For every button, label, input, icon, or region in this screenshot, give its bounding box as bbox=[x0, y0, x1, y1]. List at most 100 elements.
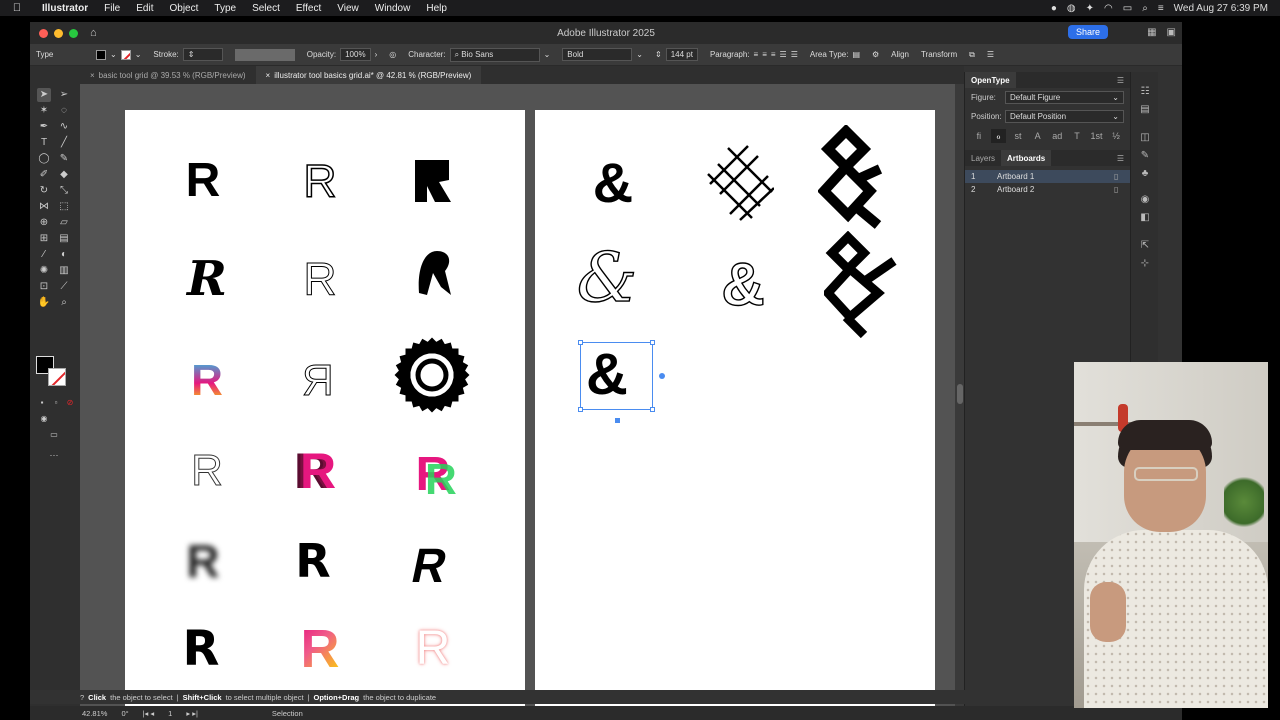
brushes-icon[interactable]: ✎ bbox=[1138, 150, 1152, 164]
menu-edit[interactable]: Edit bbox=[128, 3, 161, 14]
bullets-icon[interactable]: ☰ bbox=[780, 50, 787, 59]
apple-icon[interactable]:  bbox=[0, 2, 34, 14]
artboard-row-2[interactable]: 2 Artboard 2 ▯ bbox=[965, 183, 1130, 196]
glyph-r-rosette[interactable] bbox=[382, 330, 482, 420]
clock-text[interactable]: Wed Aug 27 6:39 PM bbox=[1174, 3, 1268, 14]
line-tool-icon[interactable]: ╱ bbox=[57, 136, 71, 150]
recolor-icon[interactable]: ◎ bbox=[389, 50, 396, 59]
font-family-field[interactable]: ⌕ Bio Sans bbox=[449, 47, 540, 62]
numbering-icon[interactable]: ☰ bbox=[791, 50, 798, 59]
resize-handle[interactable] bbox=[650, 407, 655, 412]
current-tool-status[interactable]: Selection bbox=[272, 709, 303, 718]
transform-icon[interactable]: ⊹ bbox=[1138, 258, 1152, 272]
glyph-amp-bold[interactable]: & bbox=[563, 138, 663, 228]
battery-icon[interactable]: ▭ bbox=[1123, 3, 1132, 14]
artboard-tool-icon[interactable]: ⊡ bbox=[37, 280, 51, 294]
brush-status-icon[interactable]: ✦ bbox=[1086, 3, 1094, 14]
wifi-status-icon[interactable]: ◠ bbox=[1104, 3, 1113, 14]
artboard-options-icon[interactable]: ▯ bbox=[1114, 185, 1124, 194]
glyph-r-script[interactable]: R bbox=[157, 234, 257, 324]
zoom-field[interactable]: 42.81% bbox=[82, 709, 107, 718]
resize-handle[interactable] bbox=[650, 340, 655, 345]
glyph-r-mirrored[interactable]: R bbox=[268, 336, 368, 426]
align-left-icon[interactable]: ≡ bbox=[754, 50, 759, 59]
gradient-tool-icon[interactable]: ▤ bbox=[57, 232, 71, 246]
fill-swatch[interactable] bbox=[96, 49, 106, 60]
edit-toolbar-icon[interactable]: ··· bbox=[47, 448, 61, 462]
resize-handle[interactable] bbox=[578, 340, 583, 345]
tab-layers[interactable]: Layers bbox=[965, 150, 1001, 166]
glyph-r-glow[interactable]: R bbox=[383, 604, 483, 694]
area-type-label[interactable]: Area Type: bbox=[810, 50, 849, 59]
app-status-icon[interactable]: ◍ bbox=[1067, 3, 1076, 14]
align-center-icon[interactable]: ≡ bbox=[762, 50, 767, 59]
stroke-color-swatch[interactable] bbox=[48, 368, 66, 386]
zoom-tool-icon[interactable]: ⌕ bbox=[57, 296, 71, 310]
width-tool-icon[interactable]: ⋈ bbox=[37, 200, 51, 214]
figure-select[interactable]: Default Figure ⌄ bbox=[1005, 91, 1124, 104]
glyph-amp-script[interactable]: & bbox=[557, 234, 657, 324]
titling-button[interactable]: T bbox=[1069, 129, 1085, 143]
canvas-area[interactable]: R R R R R R R R R R R R R R R R & & & & bbox=[80, 84, 955, 706]
free-transform-tool-icon[interactable]: ⬚ bbox=[57, 200, 71, 214]
graphic-styles-icon[interactable]: ◧ bbox=[1138, 212, 1152, 226]
glyph-r-dashed[interactable]: R bbox=[157, 426, 257, 516]
glyph-r-blocky[interactable] bbox=[383, 136, 483, 226]
glyph-r-outline[interactable]: R bbox=[270, 234, 370, 324]
eyedropper-tool-icon[interactable]: ⁄ bbox=[37, 248, 51, 262]
curvature-tool-icon[interactable]: ∿ bbox=[57, 120, 71, 134]
selection-bounding-box[interactable] bbox=[578, 340, 665, 423]
appearance-icon[interactable]: ◉ bbox=[1138, 194, 1152, 208]
close-icon[interactable]: × bbox=[266, 71, 271, 80]
zoom-window-button[interactable] bbox=[69, 28, 78, 38]
position-select[interactable]: Default Position ⌄ bbox=[1005, 110, 1124, 123]
chevron-down-icon[interactable]: ⌄ bbox=[636, 50, 643, 59]
direct-selection-tool-icon[interactable]: ➢ bbox=[57, 88, 71, 102]
menu-help[interactable]: Help bbox=[418, 3, 455, 14]
libraries-icon[interactable]: ▤ bbox=[1138, 104, 1152, 118]
tab-illustrator-tool-basics-grid[interactable]: × illustrator tool basics grid.ai* @ 42.… bbox=[255, 66, 482, 84]
magic-wand-tool-icon[interactable]: ✶ bbox=[37, 104, 51, 118]
scrollbar-thumb[interactable] bbox=[957, 384, 963, 404]
screen-mode-icon[interactable]: ▭ bbox=[47, 428, 61, 442]
color-mode-icon[interactable]: ▫ bbox=[49, 396, 63, 410]
paintbrush-tool-icon[interactable]: ✎ bbox=[57, 152, 71, 166]
glyph-r-line-art[interactable]: R bbox=[270, 136, 370, 226]
panel-menu-icon[interactable]: ☰ bbox=[987, 50, 994, 59]
symbol-sprayer-tool-icon[interactable]: ✺ bbox=[37, 264, 51, 278]
glyph-r-blur[interactable]: R bbox=[153, 516, 253, 606]
chevron-right-icon[interactable]: › bbox=[375, 50, 378, 59]
align-link[interactable]: Align bbox=[891, 50, 909, 59]
glyph-r-bold[interactable]: R bbox=[153, 136, 253, 226]
panel-menu-icon[interactable]: ☰ bbox=[1117, 154, 1130, 163]
close-window-button[interactable] bbox=[39, 28, 48, 38]
share-button[interactable]: Share bbox=[1067, 25, 1108, 39]
mesh-tool-icon[interactable]: ⊞ bbox=[37, 232, 51, 246]
chevron-down-icon[interactable]: ⌄ bbox=[135, 50, 142, 59]
font-size-stepper[interactable]: ⇕ bbox=[655, 50, 662, 59]
type-in-port[interactable] bbox=[615, 418, 620, 423]
shaper-tool-icon[interactable]: ✐ bbox=[37, 168, 51, 182]
lasso-tool-icon[interactable]: ◌ bbox=[57, 104, 71, 118]
slice-tool-icon[interactable]: ⟋ bbox=[57, 280, 71, 294]
panel-menu-icon[interactable]: ☰ bbox=[1117, 76, 1130, 85]
blend-tool-icon[interactable]: ◐ bbox=[57, 248, 71, 262]
column-graph-tool-icon[interactable]: ▥ bbox=[57, 264, 71, 278]
transform-link[interactable]: Transform bbox=[921, 50, 957, 59]
search-icon[interactable]: ⌕ bbox=[1142, 3, 1148, 14]
recolor-artwork-icon[interactable]: ⚙ bbox=[872, 50, 879, 59]
glyph-amp-outline[interactable]: & bbox=[693, 240, 793, 330]
glyph-amp-lattice[interactable] bbox=[689, 138, 789, 228]
home-icon[interactable]: ⌂ bbox=[90, 27, 97, 39]
type-out-port[interactable] bbox=[659, 373, 665, 379]
draw-mode-icon[interactable]: ◉ bbox=[37, 412, 51, 426]
paragraph-label[interactable]: Paragraph: bbox=[710, 50, 750, 59]
scale-tool-icon[interactable]: ⤡ bbox=[57, 184, 71, 198]
hand-tool-icon[interactable]: ✋ bbox=[37, 296, 51, 310]
tab-artboards[interactable]: Artboards bbox=[1001, 150, 1052, 166]
contextual-alternates-button[interactable]: ℴ bbox=[990, 129, 1007, 143]
eraser-tool-icon[interactable]: ◆ bbox=[57, 168, 71, 182]
minimize-window-button[interactable] bbox=[54, 28, 63, 38]
artboard-1[interactable]: R R R R R R R R R R R R R R R R bbox=[125, 110, 525, 706]
glyph-r-overlap[interactable]: R R bbox=[383, 430, 483, 520]
